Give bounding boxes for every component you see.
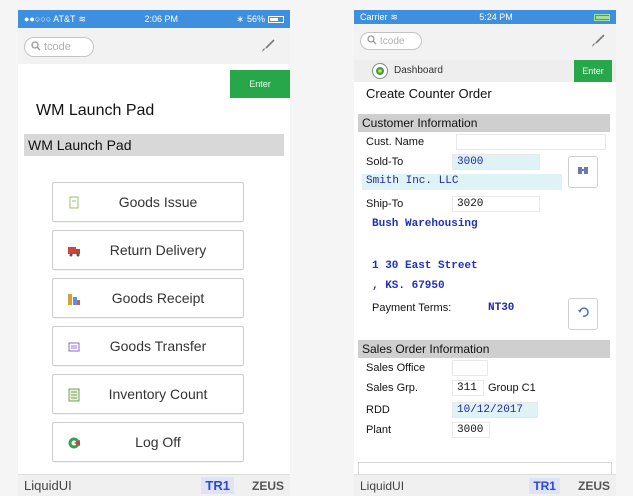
- top-toolbar: tcode: [354, 24, 616, 60]
- undo-icon: [577, 305, 589, 323]
- menu-label: Inventory Count: [108, 386, 208, 402]
- clock: 5:24 PM: [479, 12, 513, 22]
- plant-field[interactable]: 3000: [452, 422, 490, 438]
- wifi-icon: ≋: [78, 13, 87, 24]
- lookup-button[interactable]: [568, 156, 598, 188]
- sales-grp-label: Sales Grp.: [366, 382, 418, 394]
- return-delivery-button[interactable]: Return Delivery: [52, 230, 244, 270]
- system-badge: TR1: [201, 477, 234, 494]
- footer-bar: LiquidUI TR1 ZEUS: [18, 474, 290, 496]
- brand-label: LiquidUI: [24, 478, 72, 493]
- tcode-search-input[interactable]: tcode: [24, 37, 94, 57]
- sales-section-header: Sales Order Information: [358, 340, 610, 358]
- enter-button[interactable]: Enter: [230, 70, 290, 98]
- status-bar: ●●○○○ AT&T ≋ 2:06 PM ∗ 56%: [18, 10, 290, 28]
- sales-office-field[interactable]: [452, 360, 488, 376]
- left-phone-screen: ●●○○○ AT&T ≋ 2:06 PM ∗ 56% tcode Enter W…: [18, 10, 290, 496]
- menu-label: Return Delivery: [109, 242, 207, 258]
- clock: 2:06 PM: [144, 14, 179, 24]
- truck-icon: [67, 244, 81, 258]
- rdd-label: RDD: [366, 404, 390, 416]
- sales-grp-field[interactable]: 311: [452, 380, 484, 396]
- menu-label: Log Off: [135, 434, 181, 450]
- footer-bar: LiquidUI TR1 ZEUS: [354, 474, 616, 496]
- menu-label: Goods Transfer: [109, 338, 207, 354]
- payment-terms-value: NT30: [488, 302, 515, 314]
- page-title: WM Launch Pad: [36, 102, 155, 119]
- plant-label: Plant: [366, 424, 392, 436]
- search-placeholder: tcode: [44, 41, 71, 53]
- sold-to-label: Sold-To: [366, 156, 404, 168]
- goods-issue-button[interactable]: Goods Issue: [52, 182, 244, 222]
- ship-to-field[interactable]: 3020: [452, 196, 540, 212]
- brand-label: LiquidUI: [360, 478, 405, 493]
- carrier-label: ●●○○○ AT&T: [24, 14, 76, 24]
- menu-label: Goods Receipt: [111, 290, 205, 306]
- wifi-icon: ≋: [390, 11, 399, 22]
- log-off-button[interactable]: Log Off: [52, 422, 244, 462]
- menu-label: Goods Issue: [118, 194, 198, 210]
- status-bar: Carrier ≋ 5:24 PM: [354, 10, 616, 24]
- address-line1: 1 30 East Street: [372, 260, 478, 272]
- battery-icon: [267, 15, 284, 23]
- sold-to-name: Smith Inc. LLC: [362, 174, 562, 190]
- cust-name-field[interactable]: [456, 134, 606, 150]
- transfer-icon: [67, 340, 81, 354]
- search-placeholder: tcode: [380, 35, 405, 47]
- battery-percent: 56%: [246, 14, 265, 24]
- document-icon: [67, 196, 81, 210]
- server-label: ZEUS: [577, 478, 610, 493]
- search-icon: [31, 40, 41, 54]
- boxes-icon: [67, 292, 81, 306]
- right-phone-screen: Carrier ≋ 5:24 PM tcode Dashboard Enter …: [354, 10, 616, 496]
- cust-name-label: Cust. Name: [366, 136, 425, 148]
- sold-to-field[interactable]: 3000: [452, 154, 540, 170]
- tcode-search-input[interactable]: tcode: [360, 32, 422, 50]
- ship-to-name: Bush Warehousing: [372, 218, 478, 230]
- sales-grp-description: Group C1: [488, 382, 536, 394]
- search-icon: [367, 34, 377, 48]
- undo-button[interactable]: [568, 298, 598, 330]
- address-line2: , KS. 67950: [372, 280, 445, 292]
- dashboard-link[interactable]: Dashboard: [394, 65, 443, 76]
- customer-section-header: Customer Information: [358, 114, 610, 132]
- enter-button[interactable]: Enter: [574, 60, 612, 82]
- rdd-field[interactable]: 10/12/2017: [452, 402, 538, 418]
- battery-icon: [594, 13, 610, 21]
- server-label: ZEUS: [251, 478, 284, 493]
- inventory-count-button[interactable]: Inventory Count: [52, 374, 244, 414]
- goods-transfer-button[interactable]: Goods Transfer: [52, 326, 244, 366]
- binoculars-icon: [577, 163, 589, 181]
- brush-icon[interactable]: [590, 33, 606, 49]
- screenshot-page: ●●○○○ AT&T ≋ 2:06 PM ∗ 56% tcode Enter W…: [0, 0, 633, 496]
- goods-receipt-button[interactable]: Goods Receipt: [52, 278, 244, 318]
- dashboard-icon[interactable]: [372, 63, 388, 79]
- brush-icon[interactable]: [260, 38, 276, 54]
- carrier-label: Carrier: [360, 12, 388, 22]
- list-icon: [67, 388, 81, 402]
- section-header: WM Launch Pad: [24, 134, 284, 156]
- bluetooth-icon: ∗: [236, 13, 244, 24]
- system-badge: TR1: [529, 477, 560, 494]
- top-toolbar: tcode: [18, 28, 290, 64]
- ship-to-label: Ship-To: [366, 198, 404, 210]
- payment-terms-label: Payment Terms:: [372, 302, 452, 314]
- logoff-icon: [67, 436, 81, 450]
- page-title: Create Counter Order: [366, 86, 492, 101]
- sales-office-label: Sales Office: [366, 362, 426, 374]
